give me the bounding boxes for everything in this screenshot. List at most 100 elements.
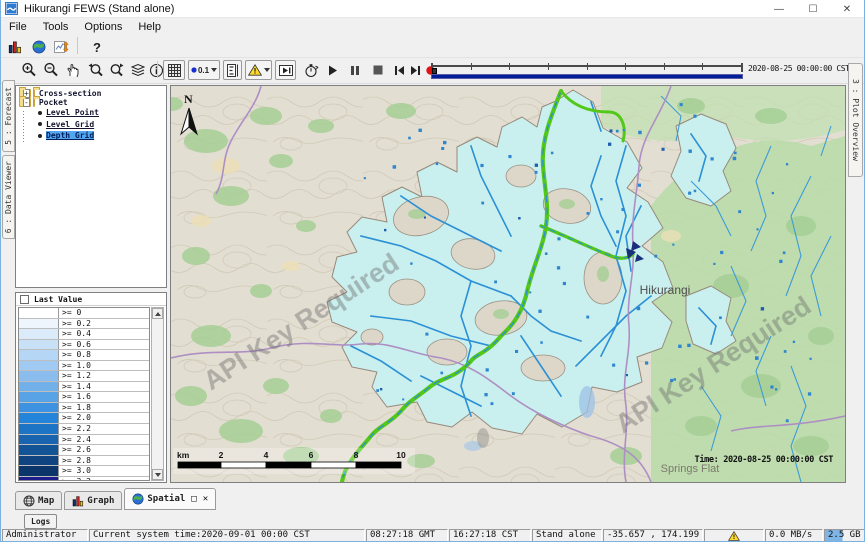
sidebar-tab-data-viewer[interactable]: 6 : Data Viewer (2, 155, 15, 239)
tree-item-level-grid[interactable]: Level Grid (16, 119, 166, 131)
tree-item-label: Depth Grid (46, 131, 94, 140)
legend-row[interactable]: >= 1.6 (19, 392, 149, 403)
svg-text:10: 10 (396, 450, 406, 460)
tab-restore-icon[interactable]: □ (191, 494, 196, 504)
time-slider-range (431, 74, 743, 79)
explorer-chart-button[interactable] (5, 37, 25, 57)
play-button[interactable] (323, 60, 343, 80)
legend-row[interactable]: >= 1.0 (19, 361, 149, 372)
tab-map[interactable]: Map (15, 491, 62, 510)
status-memory: 2.5 GB (824, 529, 865, 542)
globe-button[interactable] (29, 37, 49, 57)
legend-threshold-label: >= 0.2 (59, 319, 149, 329)
status-system-time: Current system time:2020-09-01 00:00 CST (89, 529, 365, 542)
bar-chart-icon (72, 495, 84, 507)
status-mode: Stand alone (532, 529, 602, 542)
scale-bar: km 2 4 6 8 10 (173, 448, 415, 474)
tree-item-level-point[interactable]: Level Point (16, 107, 166, 119)
legend-threshold-label: >= 0.8 (59, 350, 149, 360)
legend-color-swatch (19, 340, 59, 350)
svg-text:N: N (184, 92, 193, 106)
status-gmt-time: 08:27:18 GMT (366, 529, 448, 542)
logs-button[interactable]: Logs (24, 514, 57, 529)
maximize-button[interactable]: ☐ (796, 0, 830, 18)
legend-threshold-label: >= 1.2 (59, 371, 149, 381)
movie-player-button[interactable] (275, 60, 296, 80)
stop-button[interactable] (368, 60, 388, 80)
tree-item-pocket[interactable]: -Pocket (19, 98, 31, 107)
contour-interval-dropdown[interactable]: 0.1 (188, 60, 220, 80)
tab-label: Graph (87, 496, 114, 506)
legend-row[interactable]: >= 2.0 (19, 413, 149, 424)
menu-item-options[interactable]: Options (76, 20, 130, 34)
legend-row[interactable]: >= 1.4 (19, 382, 149, 393)
status-warning-icon[interactable] (704, 529, 764, 542)
legend-row[interactable]: >= 0.2 (19, 319, 149, 330)
zoom-in-icon[interactable] (19, 60, 39, 80)
wire-globe-icon (23, 495, 35, 507)
zoom-previous-icon[interactable] (85, 60, 105, 80)
collapse-icon[interactable]: - (23, 98, 30, 107)
legend-color-swatch (19, 424, 59, 434)
sidebar-tab-plot-overview[interactable]: 3 : Plot Overview (848, 63, 863, 177)
help-button[interactable]: ? (87, 37, 107, 57)
legend-color-swatch (19, 382, 59, 392)
map-time-label: Time: 2020-08-25 00:00:00 CST (695, 454, 834, 465)
scroll-down-icon[interactable] (152, 469, 163, 480)
legend-color-swatch (19, 413, 59, 423)
legend-row[interactable]: >= 2.2 (19, 424, 149, 435)
legend-row[interactable]: >= 3.0 (19, 466, 149, 477)
tree-item-label: Level Grid (46, 120, 94, 129)
legend-color-swatch (19, 329, 59, 339)
legend-row[interactable]: >= 0.4 (19, 329, 149, 340)
timeseries-dialog-button[interactable] (51, 37, 71, 57)
menu-item-file[interactable]: File (1, 20, 35, 34)
legend-threshold-label: >= 1.6 (59, 392, 149, 402)
current-time-label: 2020-08-25 00:00:00 CST (748, 64, 850, 73)
svg-text:6: 6 (309, 450, 314, 460)
legend-row[interactable]: >= 3.2 (19, 477, 149, 481)
grid-display-button[interactable] (163, 60, 185, 80)
close-button[interactable]: ✕ (830, 0, 864, 18)
town-label: Hikurangi (640, 283, 691, 297)
tab-label: Spatial (147, 494, 185, 504)
legend-row[interactable]: >= 1.8 (19, 403, 149, 414)
svg-text:4: 4 (264, 450, 269, 460)
warning-threshold-dropdown[interactable] (245, 60, 272, 80)
tab-spatial[interactable]: Spatial □ ✕ (124, 488, 216, 510)
minimize-button[interactable]: — (762, 0, 796, 18)
legend-row[interactable]: >= 0.6 (19, 340, 149, 351)
pan-hand-icon[interactable] (63, 60, 83, 80)
main-toolbar: ? (1, 35, 864, 57)
last-value-checkbox[interactable] (20, 295, 29, 304)
layers-icon[interactable] (128, 60, 148, 80)
app-logo-icon (5, 2, 18, 15)
legend-row[interactable]: >= 0 (19, 308, 149, 319)
menu-item-tools[interactable]: Tools (35, 20, 77, 34)
legend-row[interactable]: >= 2.4 (19, 435, 149, 446)
legend-threshold-label: >= 2.2 (59, 424, 149, 434)
legend-row[interactable]: >= 0.8 (19, 350, 149, 361)
legend-scrollbar[interactable] (151, 307, 164, 481)
tree-item-depth-grid[interactable]: Depth Grid (16, 130, 166, 142)
legend-row[interactable]: >= 2.8 (19, 456, 149, 467)
legend-threshold-label: >= 3.0 (59, 466, 149, 476)
menu-item-help[interactable]: Help (130, 20, 169, 34)
label-display-button[interactable] (223, 60, 242, 80)
legend-row[interactable]: >= 2.6 (19, 445, 149, 456)
legend-row[interactable]: >= 1.2 (19, 371, 149, 382)
status-user: Administrator (2, 529, 88, 542)
folder-icon (33, 98, 35, 107)
animation-timer-icon[interactable] (301, 60, 321, 80)
tab-graph[interactable]: Graph (64, 491, 122, 510)
sidebar-tab-forecast[interactable]: 5 : Forecast (2, 80, 15, 152)
zoom-next-icon[interactable] (107, 60, 127, 80)
zoom-out-icon[interactable] (41, 60, 61, 80)
tab-close-icon[interactable]: ✕ (203, 494, 208, 504)
legend-color-swatch (19, 371, 59, 381)
map-view[interactable]: API Key Required API Key Required Hikura… (170, 85, 846, 483)
time-slider[interactable] (431, 61, 743, 80)
scroll-up-icon[interactable] (152, 308, 163, 319)
svg-text:2: 2 (219, 450, 224, 460)
pause-button[interactable] (345, 60, 365, 80)
